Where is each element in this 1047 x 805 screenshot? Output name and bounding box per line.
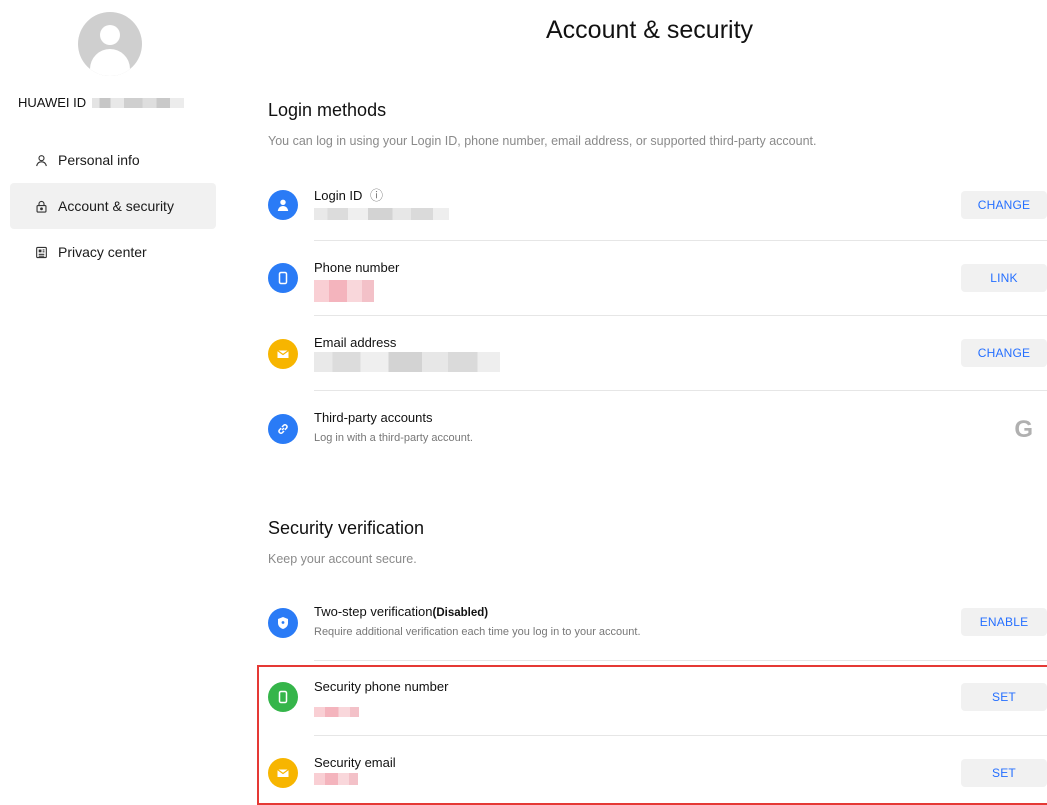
page-title: Account & security	[546, 16, 754, 44]
sidebar-item-account-security[interactable]: Account & security	[10, 183, 216, 229]
masked-email-address	[314, 352, 500, 372]
avatar[interactable]	[78, 12, 142, 76]
login-id-label: Login ID ⓘ	[314, 185, 383, 204]
avatar-body-shape	[90, 49, 130, 76]
two-step-verification-row: Two-step verification(Disabled) Require …	[268, 604, 1047, 652]
mail-icon	[268, 339, 298, 369]
two-step-verification-label: Two-step verification(Disabled)	[314, 604, 488, 619]
divider	[314, 240, 1047, 241]
third-party-accounts-label: Third-party accounts	[314, 410, 433, 425]
phone-number-row: Phone number LINK	[268, 260, 1047, 308]
divider	[314, 315, 1047, 316]
third-party-accounts-description: Log in with a third-party account.	[314, 432, 473, 444]
masked-id-value	[92, 97, 185, 108]
sidebar-item-privacy-center[interactable]: Privacy center	[10, 229, 216, 275]
sidebar-item-label: Personal info	[58, 152, 140, 168]
login-id-row: Login ID ⓘ CHANGE	[268, 185, 1047, 233]
third-party-accounts-row: Third-party accounts Log in with a third…	[268, 410, 1047, 458]
info-icon[interactable]: ⓘ	[370, 188, 383, 203]
phone-icon	[268, 263, 298, 293]
login-methods-subtitle: You can log in using your Login ID, phon…	[268, 134, 817, 148]
link-phone-button[interactable]: LINK	[961, 264, 1047, 292]
person-icon	[34, 153, 48, 167]
email-address-row: Email address CHANGE	[268, 335, 1047, 383]
avatar-head-shape	[100, 25, 120, 45]
shield-icon	[268, 608, 298, 638]
enable-two-step-button[interactable]: ENABLE	[961, 608, 1047, 636]
sidebar-item-personal-info[interactable]: Personal info	[10, 137, 216, 183]
sidebar-item-label: Privacy center	[58, 244, 147, 260]
person-icon	[268, 190, 298, 220]
two-step-verification-label-text: Two-step verification	[314, 604, 433, 619]
login-id-label-text: Login ID	[314, 188, 363, 203]
highlight-box	[257, 665, 1047, 805]
lock-icon	[34, 199, 48, 213]
privacy-icon	[34, 245, 48, 259]
sidebar-item-label: Account & security	[58, 198, 174, 214]
masked-login-id	[314, 208, 449, 220]
email-address-label: Email address	[314, 335, 397, 350]
change-email-button[interactable]: CHANGE	[961, 339, 1047, 367]
change-login-id-button[interactable]: CHANGE	[961, 191, 1047, 219]
phone-number-label: Phone number	[314, 260, 400, 275]
divider	[314, 660, 1047, 661]
security-verification-title: Security verification	[268, 518, 425, 538]
sidebar: HUAWEI ID Personal info Account & securi…	[0, 0, 225, 787]
link-icon	[268, 414, 298, 444]
security-verification-subtitle: Keep your account secure.	[268, 552, 417, 566]
huawei-id-row: HUAWEI ID	[18, 95, 185, 110]
login-methods-title: Login methods	[268, 100, 387, 120]
two-step-verification-description: Require additional verification each tim…	[314, 626, 641, 638]
huawei-id-label: HUAWEI ID	[18, 95, 87, 110]
masked-phone-number	[314, 280, 374, 302]
google-icon[interactable]: G	[1014, 416, 1033, 444]
divider	[314, 390, 1047, 391]
two-step-status: (Disabled)	[432, 607, 489, 619]
